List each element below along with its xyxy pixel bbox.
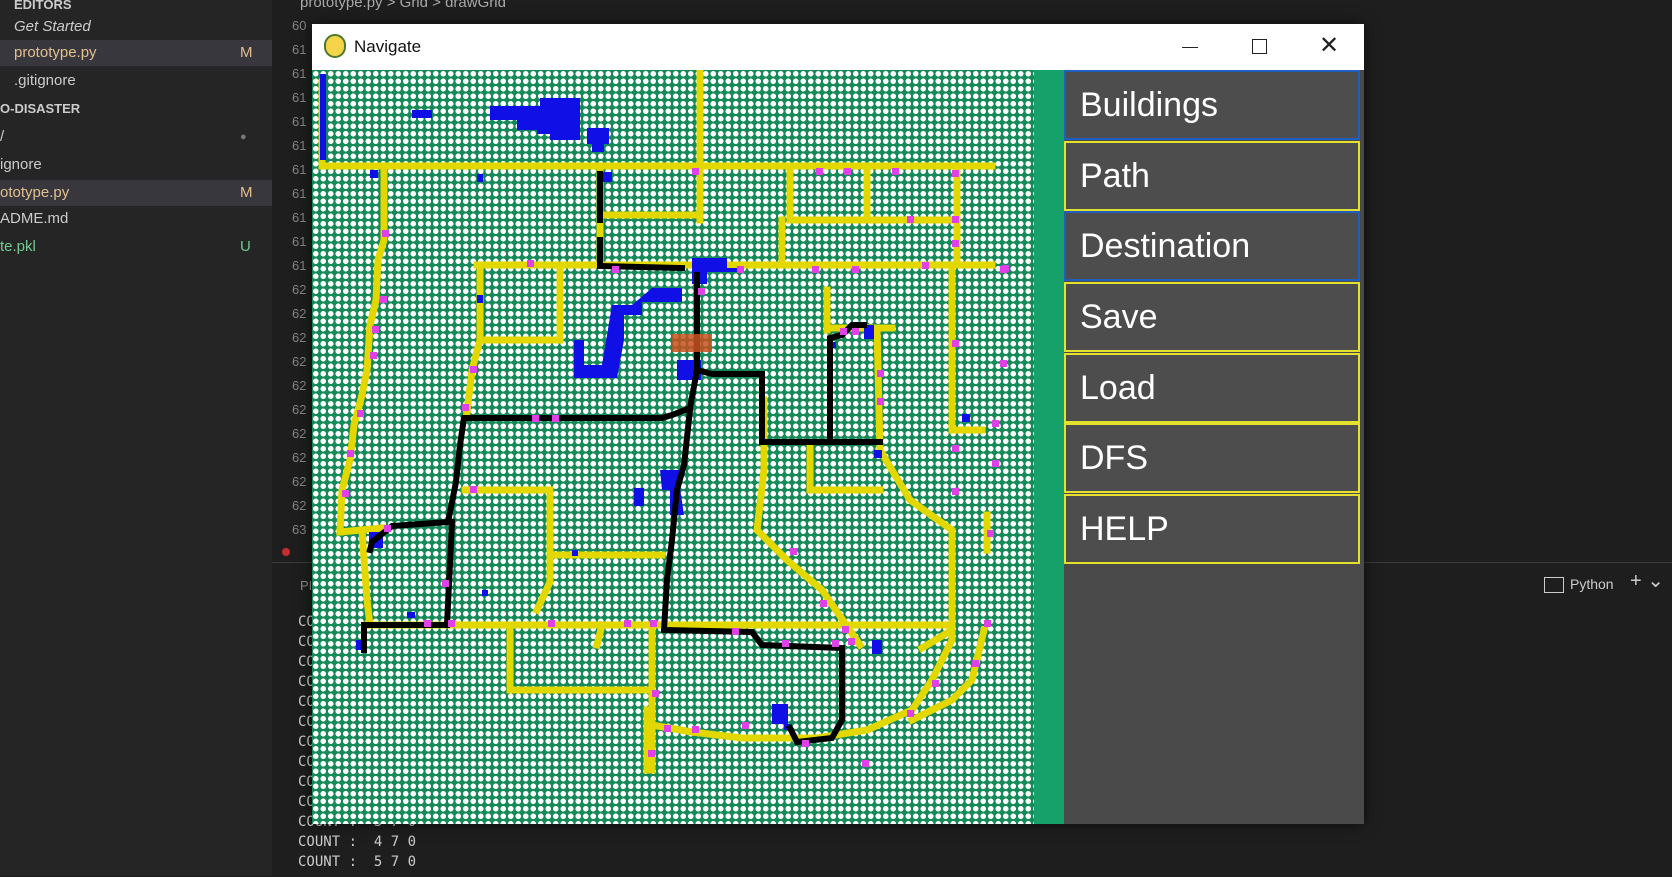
line-number: 61 (292, 186, 307, 201)
close-button[interactable]: ✕ (1294, 24, 1364, 70)
new-terminal-button[interactable]: + ⌄ (1630, 568, 1664, 593)
destination-button[interactable]: Destination (1064, 211, 1360, 281)
line-number: 62 (292, 498, 307, 513)
sidebar-item-pkl[interactable]: te.pkl U (0, 234, 272, 260)
line-number: 61 (292, 234, 307, 249)
maximize-button[interactable] (1224, 24, 1294, 70)
line-number: 61 (292, 42, 307, 57)
dfs-path (361, 171, 883, 746)
line-number: 62 (292, 450, 307, 465)
terminal-line: COUNT : 5 7 0 (298, 854, 417, 870)
line-number: 61 (292, 162, 307, 177)
terminal-selector[interactable]: Python (1544, 576, 1614, 594)
minimize-button[interactable] (1154, 24, 1224, 70)
sidebar-item-gitignore[interactable]: .gitignore (0, 68, 272, 94)
line-number: 61 (292, 90, 307, 105)
load-button[interactable]: Load (1064, 353, 1360, 423)
line-number: 62 (292, 426, 307, 441)
help-button[interactable]: HELP (1064, 494, 1360, 564)
line-number: 63 (292, 522, 307, 537)
line-number: 62 (292, 474, 307, 489)
line-number: 62 (292, 282, 307, 297)
sidebar-item-readme[interactable]: ADME.md (0, 206, 272, 232)
explorer-sidebar: EDITORS Get Started prototype.py M .gitig… (0, 0, 272, 876)
line-number: 61 (292, 258, 307, 273)
destination-marker (672, 334, 712, 352)
sidebar-item-prototype[interactable]: prototype.py M (0, 40, 272, 66)
line-number: 62 (292, 306, 307, 321)
line-number: 62 (292, 378, 307, 393)
dfs-button[interactable]: DFS (1064, 423, 1360, 493)
line-number: 62 (292, 354, 307, 369)
line-number-gutter: 60 61 61 61 61 61 61 61 61 61 61 62 62 62 62 62 62 62 62 62… (292, 14, 312, 542)
terminal-icon (1544, 577, 1564, 594)
path-button[interactable]: Path (1064, 141, 1360, 211)
pygame-snake-icon (324, 34, 346, 58)
map-border-strip (1034, 70, 1064, 824)
line-number: 62 (292, 330, 307, 345)
line-number: 61 (292, 66, 307, 81)
breadcrumb[interactable]: prototype.py > Grid > drawGrid (300, 0, 506, 11)
buildings-button[interactable]: Buildings (1064, 70, 1360, 140)
sidebar-section-project[interactable]: O-DISASTER (0, 96, 272, 122)
action-menu: Buildings Path Destination Save Load DFS… (1064, 70, 1364, 824)
map-grid[interactable] (312, 70, 1034, 824)
building-blocks (320, 74, 970, 730)
line-number: 61 (292, 138, 307, 153)
terminal-line: COUNT : 4 7 0 (298, 834, 417, 850)
map-overlay (318, 70, 1009, 774)
sidebar-item-folder[interactable]: / ● (0, 124, 272, 150)
navigate-window: Navigate ✕ Buildings Path Destination Sa… (312, 24, 1364, 824)
line-number: 61 (292, 114, 307, 129)
window-title: Navigate (354, 37, 422, 56)
save-button[interactable]: Save (1064, 282, 1360, 352)
sidebar-item-get-started[interactable]: Get Started (0, 14, 272, 40)
panel-tab-label[interactable]: PI (300, 578, 312, 593)
line-number: 61 (292, 210, 307, 225)
breakpoint-icon[interactable] (282, 548, 290, 556)
line-number: 62 (292, 402, 307, 417)
line-number: 60 (292, 18, 307, 33)
sidebar-item-prototype-2[interactable]: ototype.py M (0, 180, 272, 206)
sidebar-item-ignore[interactable]: ignore (0, 152, 272, 178)
window-titlebar[interactable]: Navigate ✕ (312, 24, 1364, 70)
